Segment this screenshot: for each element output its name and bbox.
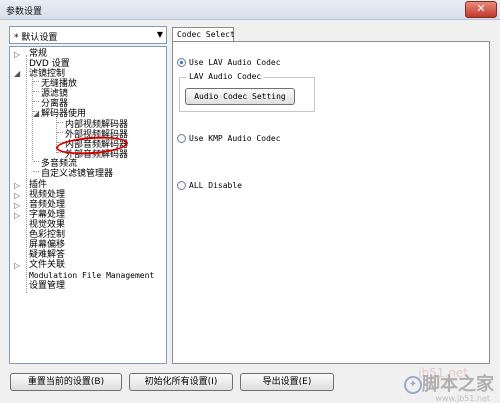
tree-item-visual-effects[interactable]: 视觉效果: [29, 220, 65, 230]
close-button[interactable]: ✕: [465, 1, 497, 18]
watermark-logo-icon: ✦: [404, 376, 422, 394]
expand-icon[interactable]: ▷: [14, 201, 20, 210]
tree-item-audio-processing[interactable]: 音频处理: [29, 200, 65, 210]
tree-item-settings-mgmt[interactable]: 设置管理: [29, 281, 65, 291]
tree-item-decoder-use[interactable]: 解码器使用: [41, 109, 86, 119]
tree-item-subtitle-processing[interactable]: 字幕处理: [29, 210, 65, 220]
tree-connector: [57, 132, 63, 133]
expand-icon[interactable]: ▷: [14, 211, 20, 220]
tree-connector: [33, 101, 39, 102]
watermark-brand: 脚本之家: [422, 374, 494, 395]
tree-item-custom-filter[interactable]: 自定义滤镜管理器: [41, 169, 113, 179]
use-kmp-label: Use KMP Audio Codec: [189, 134, 281, 143]
export-settings-button[interactable]: 导出设置(E): [240, 373, 334, 391]
codec-panel: Use LAV Audio Codec LAV Audio Codec Audi…: [172, 41, 490, 364]
tree-item-modulation[interactable]: Modulation File Management: [29, 271, 154, 281]
tree-item-dvd[interactable]: DVD 设置: [29, 59, 70, 69]
tree-item-general[interactable]: 常规: [29, 49, 47, 59]
tree-connector: [26, 55, 27, 293]
settings-tree[interactable]: ▷ 常规 DVD 设置 ◢ 滤镜控制 无缝播放 源滤镜 分离器 ◢ 解码器使用 …: [9, 46, 167, 364]
tree-item-file-assoc[interactable]: 文件关联: [29, 260, 65, 270]
tree-item-plugins[interactable]: 插件: [29, 180, 47, 190]
close-icon: ✕: [476, 2, 486, 15]
all-disable-option[interactable]: ALL Disable: [177, 181, 242, 190]
expand-icon[interactable]: ▷: [14, 181, 20, 190]
tree-connector: [33, 81, 39, 82]
chevron-down-icon: ▼: [156, 30, 163, 39]
tree-item-troubleshoot[interactable]: 疑难解答: [29, 250, 65, 260]
tree-item-multi-audio[interactable]: 多音频流: [41, 159, 77, 169]
radio-kmp[interactable]: [177, 134, 186, 143]
expand-icon[interactable]: ▷: [14, 191, 20, 200]
use-lav-label: Use LAV Audio Codec: [189, 58, 281, 67]
preset-selected: * 默认设置: [14, 33, 58, 43]
init-all-button[interactable]: 初始化所有设置(I): [129, 373, 233, 391]
window-title: 参数设置: [6, 7, 43, 17]
tree-connector: [57, 122, 63, 123]
tree-item-internal-video[interactable]: 内部视频解码器: [65, 120, 128, 130]
lav-group-label: LAV Audio Codec: [186, 72, 265, 81]
use-kmp-option[interactable]: Use KMP Audio Codec: [177, 134, 281, 143]
tree-item-source-filter[interactable]: 源滤镜: [41, 89, 68, 99]
expand-icon[interactable]: ▷: [14, 50, 20, 59]
audio-codec-setting-button[interactable]: Audio Codec Setting: [185, 88, 295, 105]
tree-connector: [33, 171, 39, 172]
collapse-icon[interactable]: ◢: [14, 69, 20, 78]
tree-connector: [33, 91, 39, 92]
tree-connector: [33, 161, 39, 162]
reset-current-button[interactable]: 重置当前的设置(B): [10, 373, 122, 391]
radio-lav[interactable]: [177, 58, 186, 67]
tree-item-color-control[interactable]: 色彩控制: [29, 230, 65, 240]
expand-icon[interactable]: ▷: [14, 261, 20, 270]
use-lav-option[interactable]: Use LAV Audio Codec: [177, 58, 281, 67]
preset-dropdown[interactable]: * 默认设置 ▼: [9, 26, 167, 44]
tree-item-seamless[interactable]: 无缝播放: [41, 79, 77, 89]
tree-item-video-processing[interactable]: 视频处理: [29, 190, 65, 200]
tree-item-screen-shift[interactable]: 屏幕偏移: [29, 240, 65, 250]
tree-item-filter-control[interactable]: 滤镜控制: [29, 69, 65, 79]
collapse-icon[interactable]: ◢: [33, 109, 39, 118]
radio-all-disable[interactable]: [177, 181, 186, 190]
tab-codec-select[interactable]: Codec Select: [172, 27, 235, 42]
tree-item-splitter[interactable]: 分离器: [41, 99, 68, 109]
title-bar: 参数设置 ✕: [0, 0, 500, 20]
all-disable-label: ALL Disable: [189, 181, 242, 190]
